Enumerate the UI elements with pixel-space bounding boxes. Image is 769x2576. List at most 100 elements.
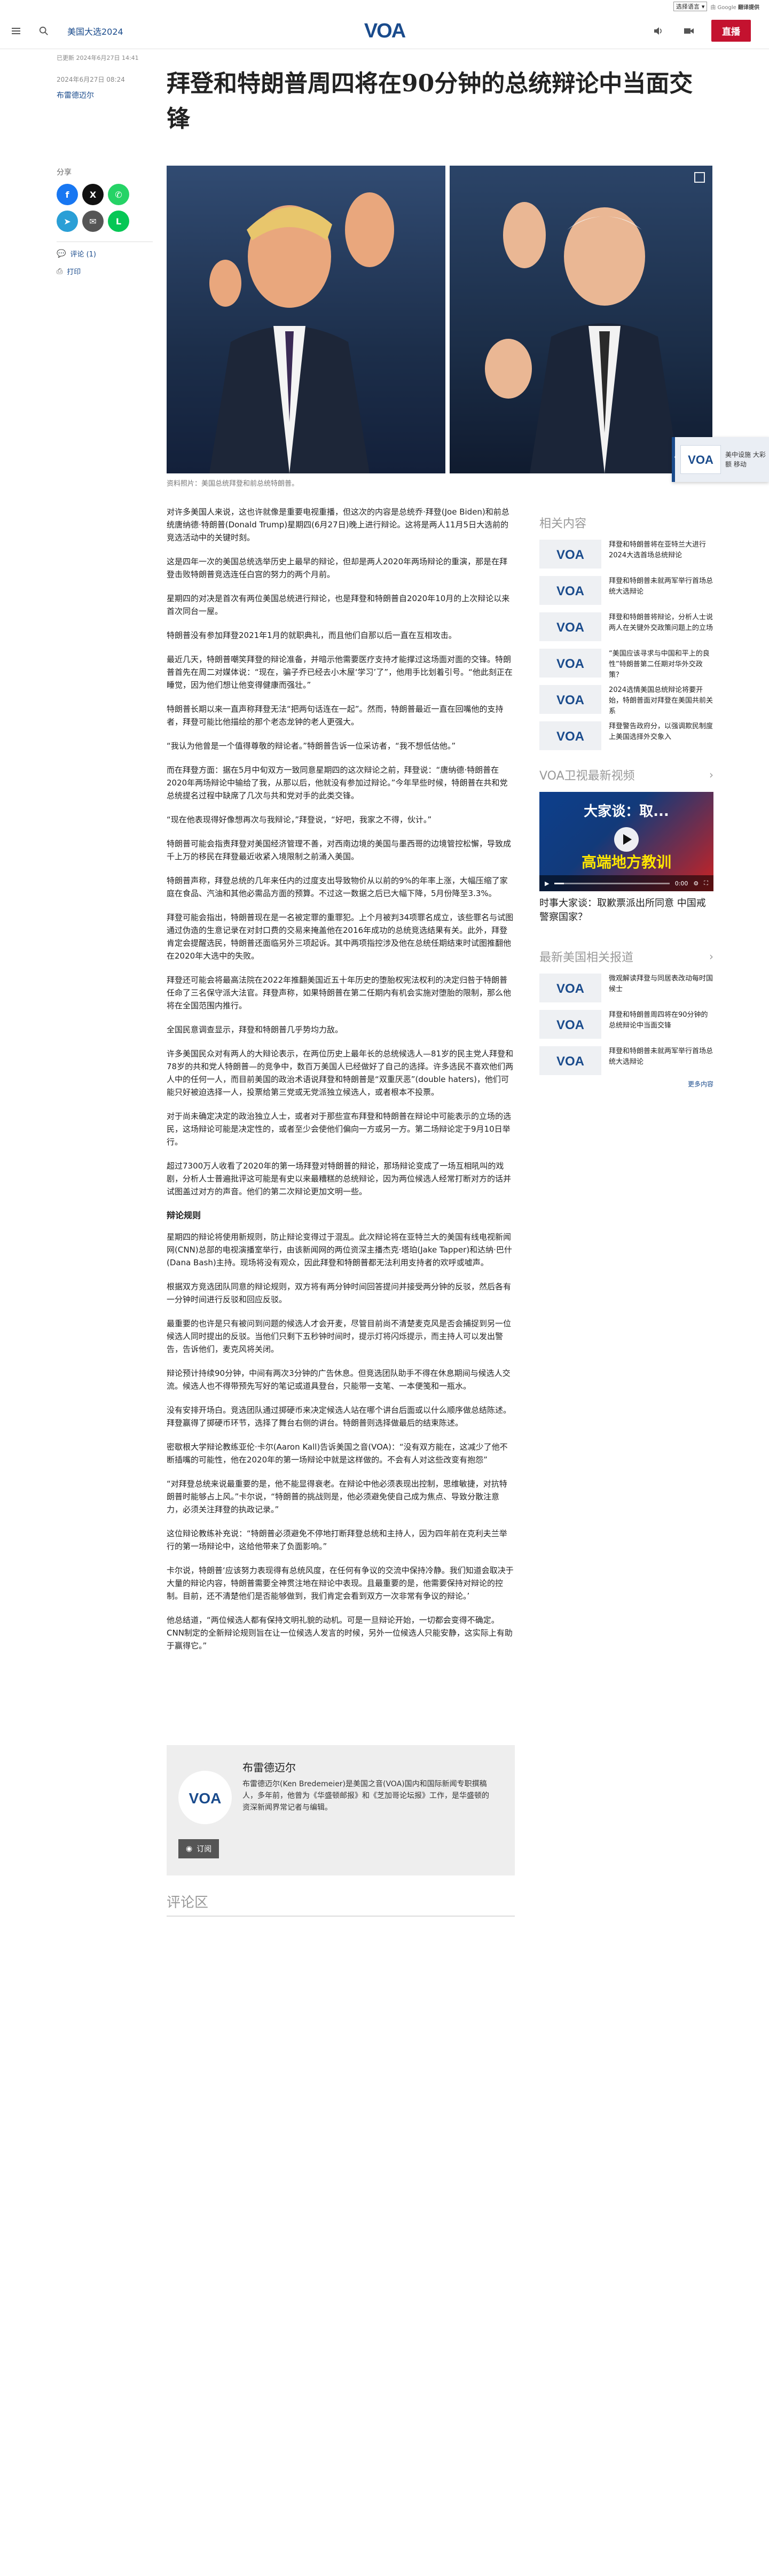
comments-link-label: 评论 (1) xyxy=(70,251,96,259)
chevron-right-icon: › xyxy=(709,768,713,781)
latest-heading[interactable]: 最新美国相关报道 › xyxy=(539,948,713,965)
sidebar-story[interactable]: VOA 拜登和特朗普将在亚特兰大进行2024大选首场总统辩论 xyxy=(539,540,713,569)
translate-bar: 选择语言 ▾ 由 Google 翻译提供 xyxy=(0,0,769,13)
subscribe-label: 订阅 xyxy=(197,1845,212,1854)
story-title: 拜登和特朗普周四将在90分钟的总统辩论中当面交锋 xyxy=(609,1011,708,1030)
share-panel: 分享 f X ✆ ➤ ✉ L 💬 评论 (1) ⎙ 打印 xyxy=(57,167,153,284)
sidebar-story[interactable]: VOA 微观解读拜登与同居表改动每时国候士 xyxy=(539,974,713,1002)
author-bio: 布雷德迈尔(Ken Bredemeier)是美国之音(VOA)国内和国际新闻专职… xyxy=(242,1780,489,1812)
article-paragraph: 他总结道，“两位候选人都有保持文明礼貌的动机。可是一旦辩论开始，一切都会变得不确… xyxy=(167,1615,513,1651)
article-dates: 已更新 2024年6月27日 14:41 xyxy=(57,53,139,63)
chevron-right-icon: › xyxy=(709,950,713,963)
sidebar-story[interactable]: VOA 拜登和特朗普未就两军举行首场总统大选辩论 xyxy=(539,576,713,605)
play-icon[interactable] xyxy=(614,827,639,852)
audio-icon[interactable] xyxy=(644,17,672,45)
sidebar-story[interactable]: VOA 拜登警告政府分，以强调欺民制度上美国选择外交象入 xyxy=(539,721,713,750)
sidebar-story[interactable]: VOA 拜登和特朗普将辩论，分析人士说两人在关键外交政策问题上的立场 xyxy=(539,612,713,641)
live-button[interactable]: 直播 xyxy=(711,20,751,42)
expand-icon[interactable] xyxy=(694,172,705,183)
article-paragraph: 许多美国民众对有两人的大辩论表示，在两位历史上最年长的总统候选人—81岁的民主党… xyxy=(167,1049,514,1097)
article-paragraph: 密歇根大学辩论教练亚伦·卡尔(Aaron Kall)告诉美国之音(VOA)：“没… xyxy=(167,1442,508,1465)
site-header: 美国大选2024 VOA 直播 xyxy=(0,13,769,49)
author-link[interactable]: 布雷德迈尔 xyxy=(57,90,94,100)
story-title: 拜登和特朗普未就两军举行首场总统大选辩论 xyxy=(609,1047,713,1066)
article-paragraph: “现在他表现得好像想再次与我辩论，”拜登说，“好吧，我家之不得，伙计。” xyxy=(167,815,432,824)
sidebar-story[interactable]: VOA “美国应该寻求与中国和平上的良性”特朗普第二任期对华外交政策？ xyxy=(539,649,713,679)
video-progress[interactable] xyxy=(554,882,670,884)
line-icon[interactable]: L xyxy=(108,211,129,232)
story-title: 拜登和特朗普将在亚特兰大进行2024大选首场总统辩论 xyxy=(609,541,707,559)
search-icon[interactable] xyxy=(30,17,58,45)
article-paragraph: 特朗普声称，拜登总统的几年来任内的过度支出导致物价从以前的9%的年率上涨，大幅压… xyxy=(167,876,508,898)
story-title: 拜登和特朗普将辩论，分析人士说两人在关键外交政策问题上的立场 xyxy=(609,613,713,632)
story-thumbnail: VOA xyxy=(539,612,601,641)
gear-icon[interactable]: ⚙ xyxy=(693,880,699,887)
story-thumbnail: VOA xyxy=(539,685,601,714)
article-title: 拜登和特朗普周四将在90分钟的总统辩论中当面交锋 xyxy=(167,70,693,133)
voa-logo[interactable]: VOA xyxy=(358,19,411,42)
article-paragraph: 没有安排开场白。竞选团队通过掷硬币来决定候选人站在哪个讲台后面或以什么顺序做总结… xyxy=(167,1405,512,1428)
story-thumbnail: VOA xyxy=(539,974,601,1002)
video-player[interactable]: 大家谈：取... 高端地方教训 ▶ 0:00 ⚙ ⛶ xyxy=(539,792,713,891)
language-select[interactable]: 选择语言 ▾ xyxy=(673,2,708,11)
whatsapp-icon[interactable]: ✆ xyxy=(108,184,129,205)
video-heading[interactable]: VOA卫视最新视频 › xyxy=(539,766,713,783)
comment-icon: 💬 xyxy=(57,249,66,258)
article-paragraph: 特朗普长期以来一直声称拜登无法“把两句话连在一起”。然而，特朗普最近一直在回嘴他… xyxy=(167,704,504,727)
more-link[interactable]: 更多内容 xyxy=(539,1079,713,1088)
article-paragraph: 而在拜登方面：据在5月中旬双方一致同意星期四的这次辩论之前，拜登说：“唐纳德·特… xyxy=(167,765,508,800)
svg-text:VOA: VOA xyxy=(556,1054,584,1068)
related-heading: 相关内容 xyxy=(539,517,587,531)
menu-icon[interactable] xyxy=(2,17,30,45)
svg-text:VOA: VOA xyxy=(556,693,584,706)
svg-text:VOA: VOA xyxy=(556,620,584,634)
video-overlay-title: 大家谈：取... xyxy=(584,804,669,820)
author-name[interactable]: 布雷德迈尔 xyxy=(242,1759,296,1775)
article-paragraph: 星期四的辩论将使用新规则，防止辩论变得过于混乱。此次辩论将在亚特兰大的美国有线电… xyxy=(167,1232,512,1267)
section-link[interactable]: 美国大选2024 xyxy=(67,25,123,37)
article-paragraph: 星期四的对决是首次有两位美国总统进行辩论，也是拜登和特朗普自2020年10月的上… xyxy=(167,594,510,616)
telegram-icon[interactable]: ➤ xyxy=(57,211,78,232)
article-paragraph: 最重要的也许是只有被问到问题的候选人才会开麦，尽管目前尚不清楚麦克风是否会捕捉到… xyxy=(167,1319,512,1354)
subscribe-button[interactable]: ◉ 订阅 xyxy=(178,1839,219,1858)
video-overlay-sub: 高端地方教训 xyxy=(581,853,671,871)
comments-link[interactable]: 💬 评论 (1) xyxy=(57,248,153,259)
svg-text:VOA: VOA xyxy=(688,453,713,466)
sidebar-story[interactable]: VOA 拜登和特朗普周四将在90分钟的总统辩论中当面交锋 xyxy=(539,1010,713,1039)
related-list: VOA 拜登和特朗普将在亚特兰大进行2024大选首场总统辩论 VOA 拜登和特朗普未就… xyxy=(539,540,713,750)
sidebar-story[interactable]: VOA 拜登和特朗普未就两军举行首场总统大选辩论 xyxy=(539,1046,713,1075)
story-title: “美国应该寻求与中国和平上的良性”特朗普第二任期对华外交政策？ xyxy=(609,650,710,679)
play-small-icon[interactable]: ▶ xyxy=(545,880,549,887)
article-paragraph: 最近几天，特朗普嘲笑拜登的辩论准备，并暗示他需要医疗支持才能撑过这场面对面的交锋… xyxy=(167,655,513,690)
article-paragraph: 全国民意调查显示，拜登和特朗普几乎势均力敌。 xyxy=(167,1025,343,1034)
published-date: 2024年6月27日 08:24 xyxy=(57,76,125,83)
story-title: 拜登和特朗普未就两军举行首场总统大选辩论 xyxy=(609,577,713,596)
video-caption[interactable]: 时事大家谈：取歉票派出所同意 中国戒警察国家？ xyxy=(539,897,713,924)
translate-powered-by: 由 Google 翻译提供 xyxy=(710,4,759,11)
video-icon[interactable] xyxy=(675,17,703,45)
svg-text:VOA: VOA xyxy=(556,729,584,743)
section-heading: 辩论规则 xyxy=(167,1210,201,1220)
floating-player[interactable]: ‹ VOA 美中设施 大彩 额 移动 xyxy=(672,437,769,482)
story-thumbnail: VOA xyxy=(539,540,601,569)
article-paragraph: 卡尔说，特朗普‘应该努力表现得有总统风度，在任何有争议的交流中保持冷静。我们知道… xyxy=(167,1566,514,1601)
story-title: 拜登警告政府分，以强调欺民制度上美国选择外交象入 xyxy=(609,722,713,741)
fullscreen-icon[interactable]: ⛶ xyxy=(704,880,708,887)
floating-player-text: 美中设施 大彩 额 移动 xyxy=(725,451,766,468)
print-link[interactable]: ⎙ 打印 xyxy=(57,266,153,277)
x-twitter-icon[interactable]: X xyxy=(82,184,104,205)
email-icon[interactable]: ✉ xyxy=(82,211,104,232)
article-paragraph: “对拜登总统来说最重要的是，他不能显得衰老。在辩论中他必须表现出控制，思维敏捷，… xyxy=(167,1479,507,1514)
author-box: VOA 布雷德迈尔 布雷德迈尔(Ken Bredemeier)是美国之音(VOA… xyxy=(167,1745,515,1875)
article-paragraph: 拜登可能会指出，特朗普现在是一名被定罪的重罪犯。上个月被判34项罪名成立，该些罪… xyxy=(167,913,514,961)
story-title: 2024选情美国总统辩论将要开始，特朗普面对拜登在美国共前关系 xyxy=(609,686,713,715)
story-title: 微观解读拜登与同居表改动每时国候士 xyxy=(609,975,713,993)
comments-heading: 评论区 xyxy=(167,1892,515,1917)
svg-text:VOA: VOA xyxy=(556,1018,584,1031)
facebook-icon[interactable]: f xyxy=(57,184,78,205)
article-paragraph: 拜登还可能会将最高法院在2022年推翻美国近五十年历史的堕胎权宪法权利的决定归咎… xyxy=(167,975,512,1010)
sidebar-story[interactable]: VOA 2024选情美国总统辩论将要开始，特朗普面对拜登在美国共前关系 xyxy=(539,685,713,715)
photo-biden xyxy=(450,166,712,473)
chevron-left-icon[interactable]: ‹ xyxy=(674,453,677,461)
svg-text:VOA: VOA xyxy=(364,20,406,42)
